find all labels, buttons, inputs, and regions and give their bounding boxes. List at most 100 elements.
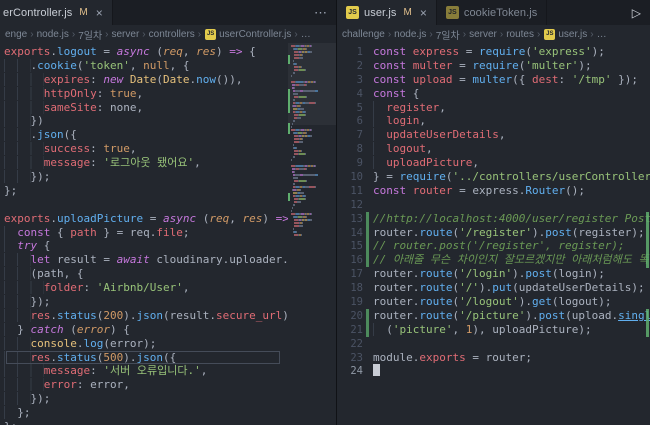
breadcrumb-item[interactable]: 7일차 — [77, 27, 103, 42]
line-number[interactable]: 12 — [337, 199, 363, 213]
code-line[interactable]: exports.uploadPicture = async (req, res)… — [4, 212, 302, 226]
code-line[interactable]: (path, { — [4, 267, 286, 281]
code-line[interactable]: .cookie('token', null, { — [4, 58, 286, 73]
line-number[interactable]: 9 — [337, 157, 363, 171]
code-line[interactable]: 4 const { — [337, 87, 650, 101]
line-number[interactable]: 16 — [337, 254, 363, 268]
code-line[interactable]: 13 //http://localhost:4000/user/register … — [337, 211, 650, 227]
code-line[interactable]: try { — [4, 239, 286, 253]
code-line[interactable]: 24 — [337, 364, 650, 378]
line-number[interactable]: 21 — [337, 324, 363, 338]
breadcrumb-item[interactable]: server — [111, 29, 141, 40]
code-line[interactable]: 9 uploadPicture, — [337, 156, 650, 170]
minimap[interactable] — [288, 43, 336, 425]
code-line[interactable]: .json({ — [4, 128, 286, 142]
breadcrumb-item[interactable]: routes — [505, 29, 535, 40]
code-line[interactable]: success: true, — [4, 142, 286, 156]
breadcrumb-symbol[interactable]: … — [300, 29, 312, 40]
code-line[interactable]: }); — [4, 170, 286, 184]
code-line[interactable]: } catch (error) { — [4, 322, 286, 337]
breadcrumb-file[interactable]: user.js — [557, 29, 588, 40]
run-button[interactable]: ▷ — [623, 0, 650, 25]
code-line[interactable]: 3 const upload = multer({ dest: '/tmp' })… — [337, 73, 650, 87]
line-number[interactable]: 19 — [337, 296, 363, 310]
line-number[interactable]: 10 — [337, 171, 363, 185]
line-number[interactable]: 4 — [337, 88, 363, 102]
close-tab-icon[interactable]: × — [96, 7, 103, 19]
breadcrumb-symbol[interactable]: … — [596, 29, 608, 40]
breadcrumb-item[interactable]: challenge — [341, 29, 386, 40]
tab-cookietoken-js[interactable]: JS cookieToken.js — [436, 0, 548, 25]
code-line[interactable]: 17 router.route('/login').post(login); — [337, 267, 650, 281]
code-line[interactable]: 15 // router.post('/register', register); — [337, 239, 650, 254]
code-line[interactable]: exports.logout = async (req, res) => { — [4, 45, 286, 59]
code-line[interactable]: message: '로그아웃 됐어요', — [4, 156, 286, 170]
code-line[interactable]: 8 logout, — [337, 142, 650, 156]
line-number[interactable]: 20 — [337, 310, 363, 324]
tab-usercontroller-js[interactable]: erController.js M × — [0, 0, 113, 25]
code-line[interactable]: }); — [4, 295, 286, 309]
code-line[interactable]: res.status(500).json({ — [4, 350, 286, 365]
code-line[interactable]: folder: 'Airbnb/User', — [4, 281, 286, 295]
code-line[interactable]: 19 router.route('/logout').get(logout); — [337, 295, 650, 309]
code-line[interactable]: console.log(error); — [4, 336, 286, 351]
code-line[interactable]: 14 router.route('/register').post(registe… — [337, 225, 650, 241]
code-line[interactable]: 20 router.route('/picture').post(upload.s… — [337, 308, 650, 324]
code-line[interactable]: res.status(200).json(result.secure_url); — [4, 308, 295, 323]
code-line[interactable]: }; — [4, 406, 286, 420]
more-actions-icon[interactable]: ⋯ — [305, 0, 336, 25]
line-number[interactable]: 1 — [337, 46, 363, 60]
breadcrumb-file[interactable]: userController.js — [218, 29, 292, 40]
line-number[interactable]: 24 — [337, 365, 363, 379]
code-line[interactable]: 21 ('picture', 1), uploadPicture); — [337, 322, 650, 338]
line-number[interactable]: 11 — [337, 185, 363, 199]
breadcrumb-item[interactable]: node.js — [393, 29, 427, 40]
breadcrumb-item[interactable]: controllers — [148, 29, 196, 40]
line-number[interactable]: 7 — [337, 129, 363, 143]
line-number[interactable]: 15 — [337, 240, 363, 254]
code-token: require — [478, 45, 526, 58]
line-number[interactable]: 8 — [337, 143, 363, 157]
code-line[interactable]: let result = await cloudinary.uploader.u… — [4, 253, 329, 267]
code-line[interactable]: }; — [4, 184, 286, 198]
minimap-line — [291, 63, 334, 65]
code-line[interactable]: expires: new Date(Date.now()), — [4, 72, 286, 87]
line-number[interactable]: 18 — [337, 282, 363, 296]
code-line[interactable]: message: '서버 오류입니다.', — [4, 364, 286, 378]
breadcrumb-item[interactable]: server — [468, 29, 498, 40]
line-number[interactable]: 3 — [337, 74, 363, 88]
code-line[interactable] — [4, 198, 286, 212]
line-number[interactable]: 6 — [337, 115, 363, 129]
line-number[interactable]: 13 — [337, 213, 363, 227]
code-line[interactable]: sameSite: none, — [4, 100, 286, 115]
line-number[interactable]: 2 — [337, 60, 363, 74]
code-line[interactable]: }) — [4, 114, 286, 128]
code-line[interactable]: 2 const multer = require('multer'); — [337, 59, 650, 73]
tab-user-js[interactable]: JS user.js M × — [337, 0, 437, 25]
code-line[interactable]: const { path } = req.file; — [4, 225, 286, 240]
breadcrumb-item[interactable]: 7일차 — [435, 27, 461, 42]
code-line[interactable]: 6 login, — [337, 114, 650, 128]
code-line[interactable]: 11 const router = express.Router(); — [337, 184, 650, 198]
code-line[interactable]: }); — [4, 392, 286, 406]
code-line[interactable]: 12 — [337, 198, 650, 212]
code-line[interactable]: httpOnly: true, — [4, 86, 286, 101]
code-line[interactable]: 22 — [337, 337, 650, 351]
line-number[interactable]: 5 — [337, 102, 363, 116]
code-line[interactable]: error: error, — [4, 378, 286, 392]
line-number[interactable]: 14 — [337, 227, 363, 241]
code-line[interactable]: 23 module.exports = router; — [337, 351, 650, 365]
code-line[interactable]: 18 router.route('/').put(updateUserDetail… — [337, 281, 650, 295]
breadcrumb-item[interactable]: enge — [4, 29, 28, 40]
code-line[interactable]: }; — [4, 420, 286, 425]
code-line[interactable]: 16 // 아래줄 무슨 차이인지 잘모르겠지만 아래처럼해도 똑같이 동작함 — [337, 253, 650, 268]
code-line[interactable]: 1 const express = require('express'); — [337, 45, 650, 59]
code-line[interactable]: 10} = require('../controllers/userContro… — [337, 170, 650, 184]
line-number[interactable]: 23 — [337, 352, 363, 366]
breadcrumb-item[interactable]: node.js — [36, 29, 70, 40]
close-tab-icon[interactable]: × — [420, 7, 427, 19]
line-number[interactable]: 17 — [337, 268, 363, 282]
code-line[interactable]: 5 register, — [337, 100, 650, 116]
line-number[interactable]: 22 — [337, 338, 363, 352]
code-line[interactable]: 7 updateUserDetails, — [337, 128, 650, 142]
